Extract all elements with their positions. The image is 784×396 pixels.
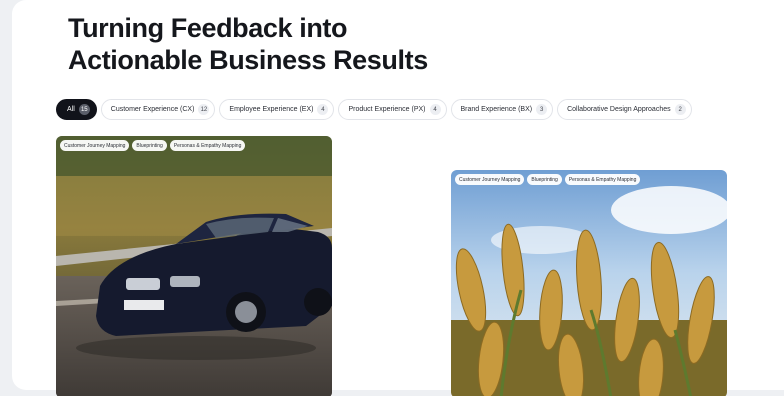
filter-chip-count: 12 (198, 104, 210, 115)
filter-chip-count: 3 (536, 104, 548, 115)
filter-chip-all[interactable]: All 15 (56, 99, 97, 120)
card-tags: Customer Journey Mapping Blueprinting Pe… (60, 140, 246, 151)
filter-chip-label: Collaborative Design Approaches (567, 106, 671, 113)
wheat-field-photo (451, 170, 727, 396)
tag-chip[interactable]: Blueprinting (527, 174, 562, 185)
filter-chip-label: Brand Experience (BX) (460, 106, 533, 113)
filter-chip-count: 4 (429, 104, 441, 115)
card-tags: Customer Journey Mapping Blueprinting Pe… (455, 174, 641, 185)
filter-bar: All 15 Customer Experience (CX) 12 Emplo… (56, 99, 692, 120)
filter-chip-brand-experience[interactable]: Brand Experience (BX) 3 (450, 99, 554, 120)
tag-chip[interactable]: Personas & Empathy Mapping (564, 174, 641, 185)
page-title-line-2: Actionable Business Results (68, 45, 428, 75)
filter-chip-count: 4 (317, 104, 329, 115)
filter-chip-customer-experience[interactable]: Customer Experience (CX) 12 (100, 99, 216, 120)
tag-chip[interactable]: Customer Journey Mapping (60, 140, 130, 151)
tag-chip[interactable]: Customer Journey Mapping (455, 174, 525, 185)
car-on-road-photo (56, 136, 332, 396)
page-title: Turning Feedback into Actionable Busines… (68, 12, 488, 76)
tag-chip[interactable]: Personas & Empathy Mapping (169, 140, 246, 151)
filter-chip-product-experience[interactable]: Product Experience (PX) 4 (338, 99, 447, 120)
filter-chip-employee-experience[interactable]: Employee Experience (EX) 4 (219, 99, 335, 120)
filter-chip-label: Customer Experience (CX) (110, 106, 195, 113)
tag-chip[interactable]: Blueprinting (132, 140, 167, 151)
filter-chip-label: Employee Experience (EX) (229, 106, 314, 113)
filter-chip-count: 15 (78, 104, 90, 115)
filter-chip-label: Product Experience (PX) (348, 106, 426, 113)
case-study-card[interactable]: Customer Journey Mapping Blueprinting Pe… (451, 170, 727, 396)
filter-chip-collaborative-design[interactable]: Collaborative Design Approaches 2 (557, 99, 692, 120)
filter-chip-label: All (67, 106, 75, 113)
filter-chip-count: 2 (674, 104, 686, 115)
page-title-line-1: Turning Feedback into (68, 13, 348, 43)
case-study-card[interactable]: Customer Journey Mapping Blueprinting Pe… (56, 136, 332, 396)
